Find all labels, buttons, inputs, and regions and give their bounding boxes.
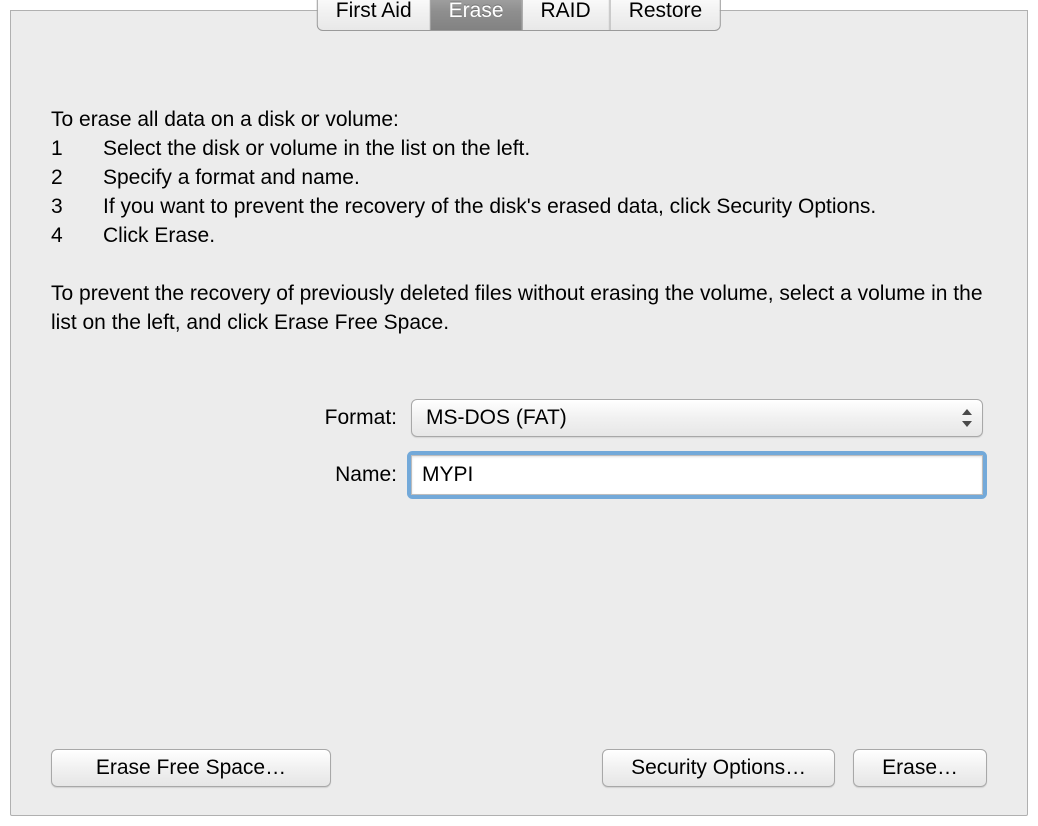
step-text: Specify a format and name. [103,163,987,192]
tab-first-aid[interactable]: First Aid [318,0,431,30]
erase-free-space-button[interactable]: Erase Free Space… [51,749,331,787]
step-number: 2 [51,163,103,192]
erase-form: Format: MS-DOS (FAT) Name: [11,399,1027,495]
tab-raid[interactable]: RAID [523,0,610,30]
updown-arrows-icon [962,409,972,427]
tab-erase[interactable]: Erase [431,0,523,30]
step-text: Click Erase. [103,221,987,250]
erase-panel: First Aid Erase RAID Restore To erase al… [10,10,1028,816]
step-number: 3 [51,192,103,221]
instructions-heading: To erase all data on a disk or volume: [51,105,987,134]
format-select[interactable]: MS-DOS (FAT) [411,399,983,437]
format-select-value: MS-DOS (FAT) [426,406,567,430]
instructions-text: To erase all data on a disk or volume: 1… [11,37,1027,337]
step-text: Select the disk or volume in the list on… [103,134,987,163]
instructions-footer: To prevent the recovery of previously de… [51,279,987,337]
tab-restore[interactable]: Restore [610,0,721,30]
step-number: 1 [51,134,103,163]
name-input[interactable] [411,455,983,495]
erase-button[interactable]: Erase… [853,749,987,787]
name-label: Name: [51,463,411,487]
button-bar: Erase Free Space… Security Options… Eras… [11,749,1027,787]
step-text: If you want to prevent the recovery of t… [103,192,987,221]
tab-bar: First Aid Erase RAID Restore [317,0,721,31]
format-label: Format: [51,406,411,430]
security-options-button[interactable]: Security Options… [602,749,835,787]
step-number: 4 [51,221,103,250]
